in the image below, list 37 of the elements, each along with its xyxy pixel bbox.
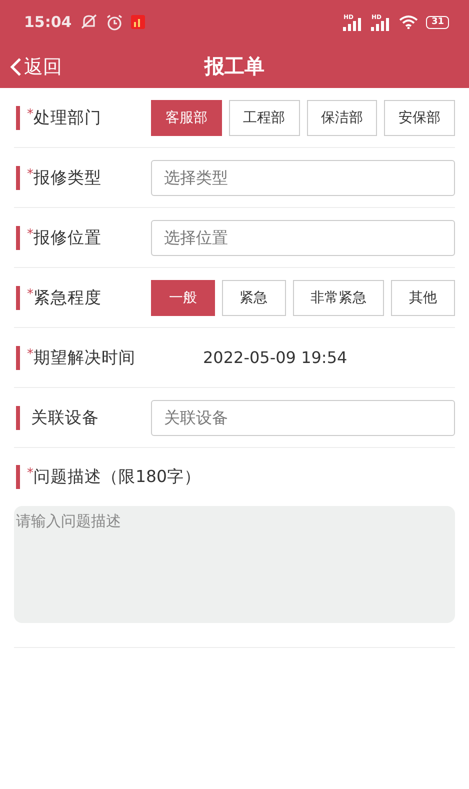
mute-icon [80,14,98,30]
label-marker [16,465,20,489]
field-label: *问题描述（限180字） [27,466,201,488]
input-field[interactable]: 选择类型 [151,160,455,196]
datetime-value[interactable]: 2022-05-09 19:54 [203,348,348,367]
page-title: 报工单 [204,52,264,80]
option-button[interactable]: 工程部 [228,100,300,136]
back-button[interactable]: 返回 [8,52,64,82]
input-field[interactable]: 关联设备 [151,400,455,436]
label-marker [16,226,20,250]
option-button[interactable]: 安保部 [384,100,455,136]
field-label: 关联设备 [30,406,100,428]
label-marker [16,346,20,370]
option-button[interactable]: 一般 [151,280,215,316]
status-time: 15:04 [24,13,72,31]
label-marker [16,106,20,130]
option-button[interactable]: 非常紧急 [292,280,384,316]
field-label: *处理部门 [27,106,102,128]
option-button[interactable]: 保洁部 [306,100,378,136]
alarm-icon [106,14,123,30]
label-marker [16,286,20,310]
field-label: *报修类型 [27,166,102,188]
battery-icon: 31 [426,16,449,28]
app-icon [130,15,145,29]
option-button[interactable]: 客服部 [151,100,222,136]
input-field[interactable]: 选择位置 [151,220,455,256]
field-label: *紧急程度 [27,286,102,308]
back-label: 返回 [24,55,62,80]
description-field[interactable]: 请输入问题描述 [14,506,455,623]
option-button[interactable]: 紧急 [222,280,286,316]
label-marker [16,406,20,430]
field-label: *报修位置 [27,226,102,248]
wifi-icon [399,15,418,29]
field-label: *期望解决时间 [27,346,136,368]
label-marker [16,166,20,190]
option-button[interactable]: 其他 [391,280,455,316]
chevron-left-icon [10,57,22,77]
